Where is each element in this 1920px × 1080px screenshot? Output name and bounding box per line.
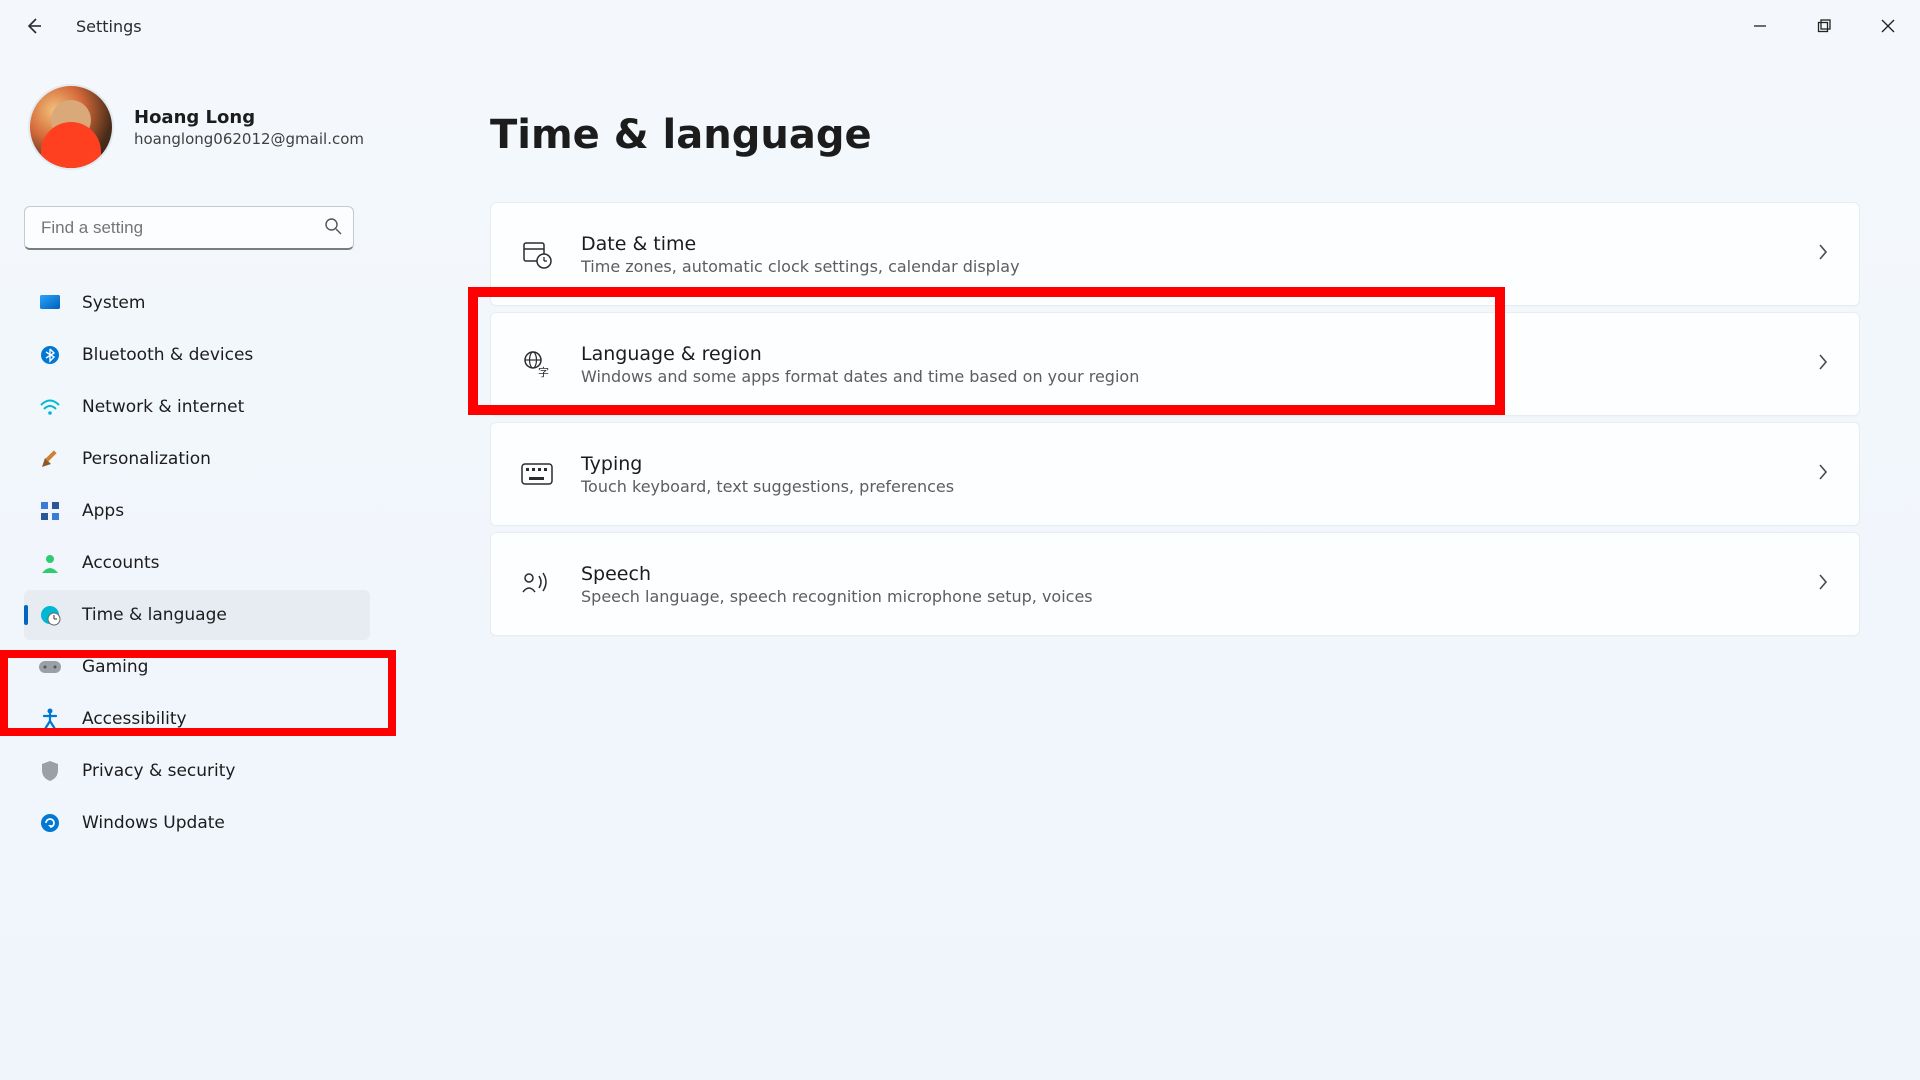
sidebar-item-label: Bluetooth & devices: [82, 345, 253, 365]
sidebar-item-accessibility[interactable]: Accessibility: [24, 694, 370, 744]
close-icon: [1881, 19, 1895, 33]
settings-window: Settings Hoang Long hoanglong062012@gmai…: [0, 0, 1920, 1080]
sidebar-item-label: Accounts: [82, 553, 160, 573]
card-text: Language & region Windows and some apps …: [581, 343, 1817, 386]
privacy-icon: [38, 759, 62, 783]
sidebar-item-system[interactable]: System: [24, 278, 370, 328]
chevron-right-icon: [1817, 572, 1829, 596]
sidebar-item-label: Time & language: [82, 605, 227, 625]
sidebar-item-privacy[interactable]: Privacy & security: [24, 746, 370, 796]
svg-text:字: 字: [538, 365, 549, 379]
update-icon: [38, 811, 62, 835]
profile-block[interactable]: Hoang Long hoanglong062012@gmail.com: [24, 84, 370, 170]
bluetooth-icon: [38, 343, 62, 367]
accessibility-icon: [38, 707, 62, 731]
sidebar-item-label: Privacy & security: [82, 761, 236, 781]
personalization-icon: [38, 447, 62, 471]
search-input[interactable]: [24, 206, 354, 250]
back-arrow-icon: [24, 16, 44, 36]
card-title: Speech: [581, 563, 1817, 585]
card-text: Typing Touch keyboard, text suggestions,…: [581, 453, 1817, 496]
sidebar-item-windows-update[interactable]: Windows Update: [24, 798, 370, 848]
card-text: Date & time Time zones, automatic clock …: [581, 233, 1817, 276]
sidebar-item-label: Gaming: [82, 657, 148, 677]
sidebar: Hoang Long hoanglong062012@gmail.com Sys…: [0, 52, 370, 1080]
card-date-time[interactable]: Date & time Time zones, automatic clock …: [490, 202, 1860, 306]
gaming-icon: [38, 655, 62, 679]
card-speech[interactable]: Speech Speech language, speech recogniti…: [490, 532, 1860, 636]
chevron-right-icon: [1817, 352, 1829, 376]
sidebar-item-time-language[interactable]: Time & language: [24, 590, 370, 640]
sidebar-nav: System Bluetooth & devices Network & int…: [24, 278, 370, 848]
sidebar-item-apps[interactable]: Apps: [24, 486, 370, 536]
titlebar: Settings: [0, 0, 1920, 52]
card-language-region[interactable]: 字 Language & region Windows and some app…: [490, 312, 1860, 416]
sidebar-item-label: Accessibility: [82, 709, 187, 729]
maximize-button[interactable]: [1792, 4, 1856, 48]
content-area: Hoang Long hoanglong062012@gmail.com Sys…: [0, 52, 1920, 1080]
window-controls: [1728, 4, 1920, 48]
system-icon: [38, 291, 62, 315]
card-subtitle: Time zones, automatic clock settings, ca…: [581, 257, 1817, 276]
sidebar-item-accounts[interactable]: Accounts: [24, 538, 370, 588]
minimize-icon: [1753, 19, 1767, 33]
card-title: Typing: [581, 453, 1817, 475]
time-language-icon: [38, 603, 62, 627]
sidebar-item-network[interactable]: Network & internet: [24, 382, 370, 432]
language-region-icon: 字: [521, 348, 553, 380]
close-button[interactable]: [1856, 4, 1920, 48]
card-subtitle: Windows and some apps format dates and t…: [581, 367, 1817, 386]
profile-email: hoanglong062012@gmail.com: [134, 130, 364, 148]
wifi-icon: [38, 395, 62, 419]
main-panel: Time & language Date & time Time zones, …: [370, 52, 1920, 1080]
card-subtitle: Touch keyboard, text suggestions, prefer…: [581, 477, 1817, 496]
sidebar-item-personalization[interactable]: Personalization: [24, 434, 370, 484]
sidebar-item-gaming[interactable]: Gaming: [24, 642, 370, 692]
app-title: Settings: [76, 17, 142, 36]
accounts-icon: [38, 551, 62, 575]
card-title: Date & time: [581, 233, 1817, 255]
avatar: [28, 84, 114, 170]
card-title: Language & region: [581, 343, 1817, 365]
page-title: Time & language: [490, 112, 1860, 158]
minimize-button[interactable]: [1728, 4, 1792, 48]
speech-icon: [521, 568, 553, 600]
sidebar-item-label: Personalization: [82, 449, 211, 469]
maximize-icon: [1817, 19, 1831, 33]
search-wrap: [24, 206, 354, 250]
apps-icon: [38, 499, 62, 523]
chevron-right-icon: [1817, 462, 1829, 486]
card-typing[interactable]: Typing Touch keyboard, text suggestions,…: [490, 422, 1860, 526]
sidebar-item-label: Windows Update: [82, 813, 225, 833]
sidebar-item-label: Network & internet: [82, 397, 244, 417]
search-icon: [324, 217, 342, 239]
profile-text: Hoang Long hoanglong062012@gmail.com: [134, 107, 364, 148]
sidebar-item-label: System: [82, 293, 145, 313]
date-time-icon: [521, 238, 553, 270]
card-text: Speech Speech language, speech recogniti…: [581, 563, 1817, 606]
settings-cards: Date & time Time zones, automatic clock …: [490, 202, 1860, 636]
profile-name: Hoang Long: [134, 107, 364, 128]
card-subtitle: Speech language, speech recognition micr…: [581, 587, 1817, 606]
back-button[interactable]: [10, 2, 58, 50]
sidebar-item-bluetooth[interactable]: Bluetooth & devices: [24, 330, 370, 380]
sidebar-item-label: Apps: [82, 501, 124, 521]
chevron-right-icon: [1817, 242, 1829, 266]
typing-icon: [521, 458, 553, 490]
